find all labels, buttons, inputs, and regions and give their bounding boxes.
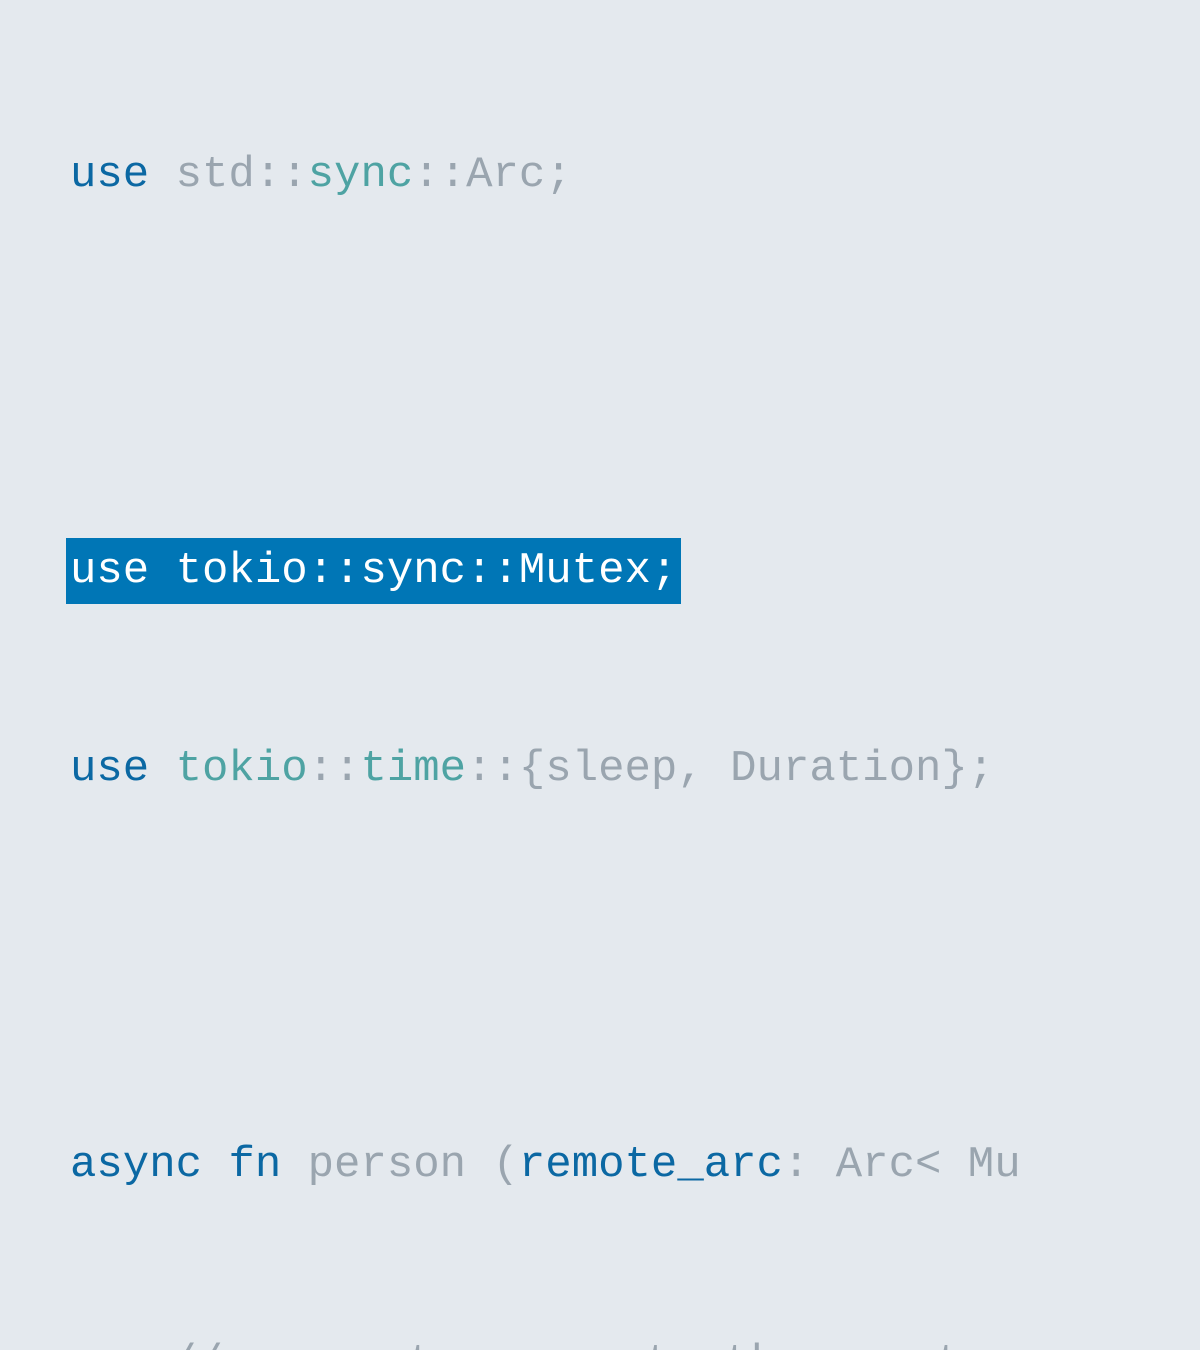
function-name: person [308,1140,466,1190]
highlighted-selection: use tokio::sync::Mutex; [66,538,681,604]
path-sep: :: [413,150,466,200]
keyword-async: async [70,1140,202,1190]
comment-text: // request access to the remote [170,1338,989,1350]
keyword-use: use [70,744,149,794]
paren-open: ( [493,1140,519,1190]
code-line-blank [70,934,1200,1000]
semicolon: ; [545,150,571,200]
code-line-3-highlighted: use tokio::sync::Mutex; [70,538,1200,604]
import-items: {sleep, Duration}; [519,744,994,794]
path-sep: :: [255,150,308,200]
keyword-use: use [70,150,149,200]
colon: : [783,1140,809,1190]
code-line-blank [70,340,1200,406]
code-line-1: use std::sync::Arc; [70,142,1200,208]
module-std: std [176,150,255,200]
highlighted-text: use tokio::sync::Mutex; [70,546,677,596]
code-line-6: async fn person (remote_arc: Arc< Mu [70,1132,1200,1198]
module-sync: sync [308,150,414,200]
code-line-7: // request access to the remote [70,1330,1200,1350]
parameter-type: Arc< Mu [836,1140,1021,1190]
module-tokio: tokio [176,744,308,794]
module-time: time [360,744,466,794]
path-sep: :: [466,744,519,794]
parameter-name: remote_arc [519,1140,783,1190]
keyword-fn: fn [228,1140,281,1190]
type-arc: Arc [466,150,545,200]
code-editor[interactable]: use std::sync::Arc; use tokio::sync::Mut… [0,10,1200,1350]
code-line-4: use tokio::time::{sleep, Duration}; [70,736,1200,802]
path-sep: :: [308,744,361,794]
